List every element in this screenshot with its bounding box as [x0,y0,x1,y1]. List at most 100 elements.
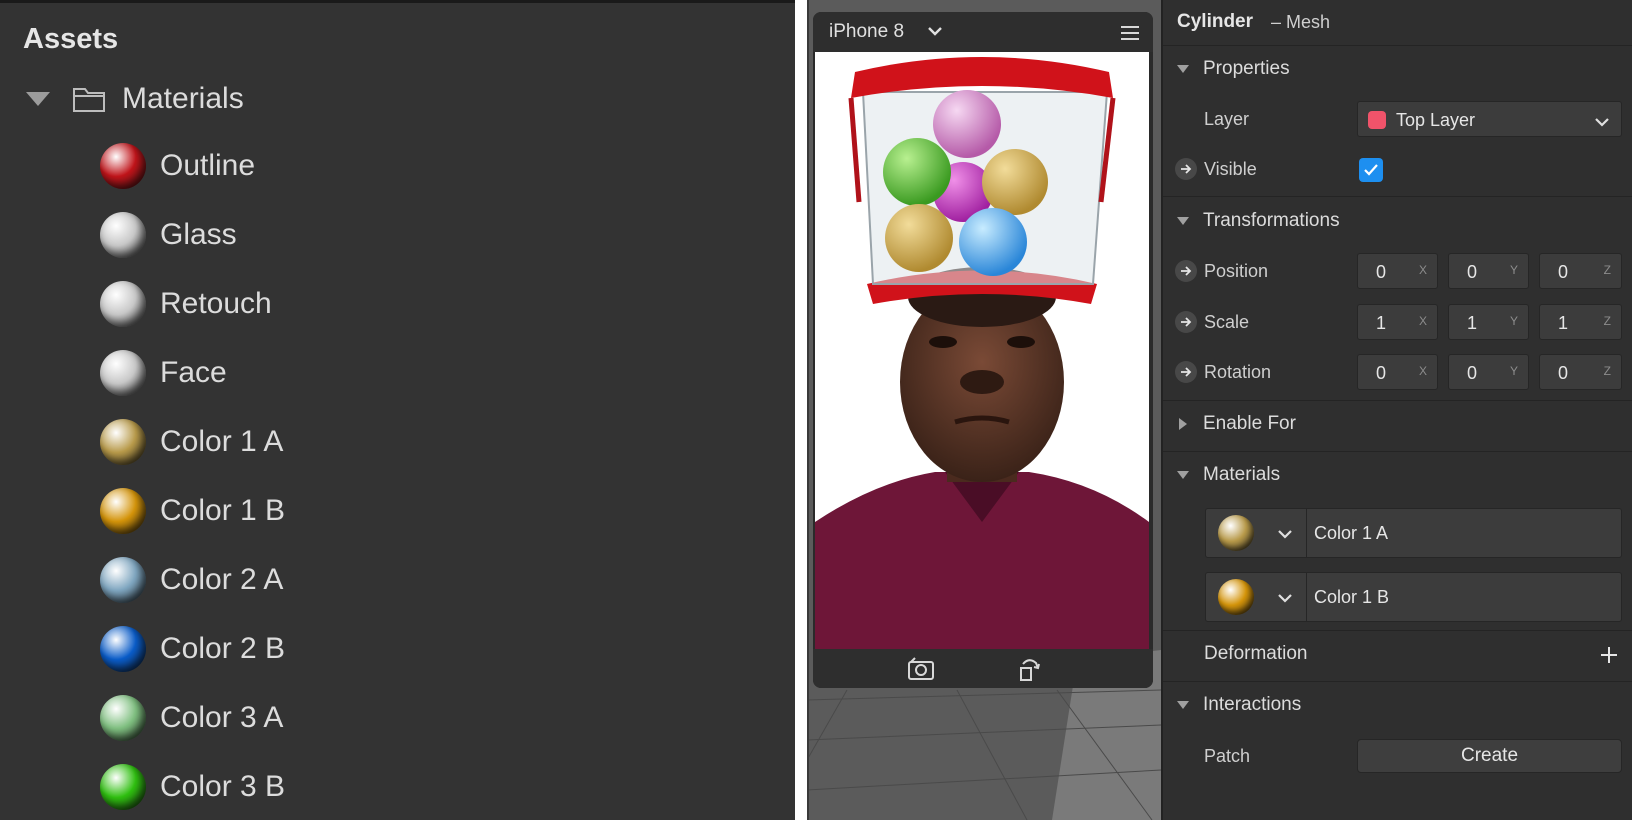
device-preview: iPhone 8 [813,12,1153,688]
section-materials[interactable]: Materials [1163,462,1632,488]
layer-dropdown[interactable]: Top Layer [1357,101,1622,137]
asset-item[interactable]: Outline [100,141,255,191]
material-sphere-icon [100,350,146,396]
material-sphere-icon [100,557,146,603]
collapse-triangle-icon[interactable] [1177,471,1189,479]
assets-title: Assets [23,23,119,55]
asset-item-label: Face [160,356,227,389]
rotation-z-field[interactable]: 0Z [1539,354,1622,390]
section-interactions[interactable]: Interactions [1163,692,1632,718]
device-selector-label[interactable]: iPhone 8 [829,21,904,43]
rotation-y-field[interactable]: 0Y [1448,354,1529,390]
rotate-device-icon[interactable] [1017,656,1041,687]
asset-item[interactable]: Glass [100,210,237,260]
visible-checkbox[interactable] [1359,158,1383,182]
expand-triangle-icon[interactable] [1179,418,1187,430]
asset-item[interactable]: Color 3 B [100,762,285,812]
asset-item-label: Outline [160,149,256,182]
axis-z-label: Z [1603,314,1611,328]
rotation-label: Rotation [1204,361,1272,382]
visible-label: Visible [1204,158,1257,179]
scale-z-field[interactable]: 1Z [1539,304,1622,340]
position-z-field[interactable]: 0Z [1539,253,1622,289]
asset-item-label: Color 3 B [160,770,286,803]
hamburger-menu-icon[interactable] [1121,26,1139,45]
layer-label: Layer [1204,108,1250,129]
rotation-y-value: 0 [1467,363,1478,383]
section-deformation: Deformation [1163,641,1632,667]
assets-panel: Assets Materials Outline Glass Retouch Face… [0,0,795,820]
section-interactions-label: Interactions [1203,694,1302,715]
position-x-value: 0 [1376,262,1387,282]
separator [1163,196,1632,197]
asset-item[interactable]: Color 2 B [100,624,285,674]
rotation-x-field[interactable]: 0X [1357,354,1438,390]
asset-item[interactable]: Retouch [100,279,272,329]
collapse-triangle-icon[interactable] [26,92,50,106]
material-sphere-icon [1218,579,1254,615]
section-materials-label: Materials [1203,464,1281,485]
camera-preview [815,52,1149,649]
material-sphere-icon [100,419,146,465]
asset-item-label: Color 2 A [160,563,284,596]
create-patch-button[interactable]: Create [1357,739,1622,773]
material-sphere-icon [1218,515,1254,551]
material-slot-name: Color 1 A [1314,523,1389,543]
separator [1163,681,1632,682]
section-properties[interactable]: Properties [1163,56,1632,82]
position-y-value: 0 [1467,262,1478,282]
collapse-triangle-icon[interactable] [1177,701,1189,709]
panel-gap [795,0,807,820]
slot-divider [1306,509,1307,557]
add-deformation-plus-icon[interactable] [1600,646,1618,669]
asset-item-label: Color 1 B [160,494,286,527]
scale-label: Scale [1204,311,1250,332]
material-slot[interactable]: Color 1 A [1205,508,1622,558]
chevron-down-icon[interactable] [927,24,943,42]
axis-x-label: X [1418,263,1427,277]
chevron-down-icon[interactable] [1278,590,1292,608]
asset-item[interactable]: Color 3 A [100,693,283,743]
scale-x-field[interactable]: 1X [1357,304,1438,340]
axis-y-label: Y [1509,263,1518,277]
section-enable-for[interactable]: Enable For [1163,411,1632,437]
device-topbar: iPhone 8 [813,12,1153,52]
separator [1163,45,1632,46]
material-sphere-icon [100,626,146,672]
section-properties-label: Properties [1203,58,1290,79]
scale-y-field[interactable]: 1Y [1448,304,1529,340]
inspector-header: Cylinder – Mesh [1163,8,1632,36]
axis-y-label: Y [1509,364,1518,378]
material-sphere-icon [100,143,146,189]
asset-item[interactable]: Color 1 B [100,486,285,536]
collapse-triangle-icon[interactable] [1177,65,1189,73]
axis-x-label: X [1418,364,1427,378]
axis-y-label: Y [1509,314,1518,328]
chevron-down-icon[interactable] [1278,526,1292,544]
asset-item[interactable]: Color 2 A [100,555,283,605]
collapse-triangle-icon[interactable] [1177,217,1189,225]
separator [1163,400,1632,401]
folder-icon [72,85,106,113]
section-enable-for-label: Enable For [1203,413,1296,434]
materials-folder-row[interactable]: Materials [26,77,244,121]
asset-item-label: Glass [160,218,237,251]
axis-z-label: Z [1603,263,1611,277]
layer-value: Top Layer [1396,110,1476,130]
axis-z-label: Z [1603,364,1611,378]
material-sphere-icon [100,695,146,741]
switch-camera-icon[interactable] [907,656,935,687]
position-y-field[interactable]: 0Y [1448,253,1529,289]
viewport[interactable]: iPhone 8 [807,0,1161,820]
asset-item[interactable]: Face [100,348,227,398]
inspector-panel: Cylinder – Mesh Properties Layer Top Lay… [1161,0,1632,820]
material-sphere-icon [100,281,146,327]
scale-z-value: 1 [1558,313,1569,333]
axis-x-label: X [1418,314,1427,328]
asset-item[interactable]: Color 1 A [100,417,283,467]
material-sphere-icon [100,488,146,534]
rotation-x-value: 0 [1376,363,1387,383]
section-transformations[interactable]: Transformations [1163,208,1632,234]
position-x-field[interactable]: 0X [1357,253,1438,289]
material-slot[interactable]: Color 1 B [1205,572,1622,622]
